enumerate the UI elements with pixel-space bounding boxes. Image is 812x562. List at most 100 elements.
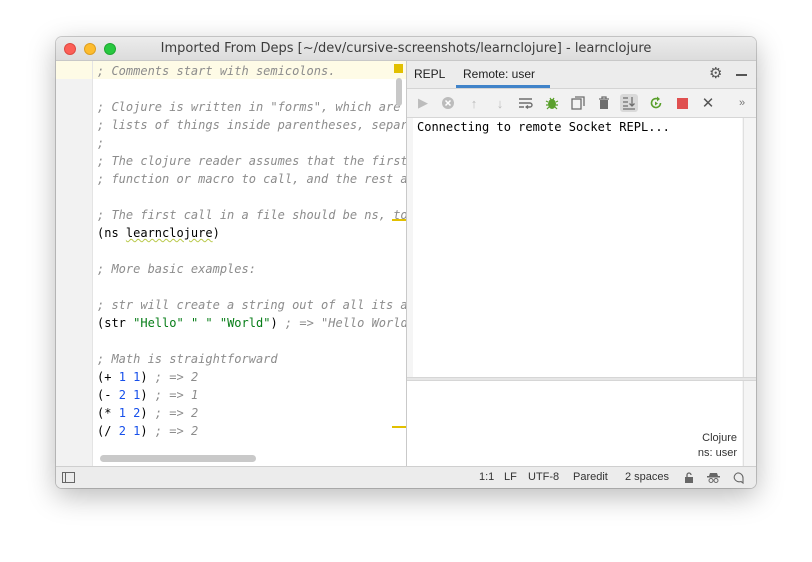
code-line[interactable] <box>97 188 406 206</box>
repl-language: Clojure <box>702 432 737 444</box>
status-bar: 1:1 LF UTF-8 Paredit 2 spaces <box>56 466 756 488</box>
stop-circle-icon[interactable] <box>439 94 457 112</box>
up-arrow-icon[interactable]: ↑ <box>465 94 483 112</box>
code-token: "World" <box>219 316 271 330</box>
code-line[interactable]: ; function or macro to call, and the res… <box>97 170 406 188</box>
repl-output[interactable]: Connecting to remote Socket REPL... <box>413 118 742 377</box>
down-arrow-icon[interactable]: ↓ <box>491 94 509 112</box>
tool-windows-icon[interactable] <box>62 472 75 483</box>
code-content[interactable]: ; Comments start with semicolons. ; Cloj… <box>97 62 406 440</box>
code-token: "Hello" <box>133 316 184 330</box>
error-stripe[interactable] <box>390 61 406 466</box>
code-line[interactable] <box>97 332 406 350</box>
window-title: Imported From Deps [~/dev/cursive-screen… <box>160 41 652 56</box>
code-token: ; => 2 <box>154 424 199 438</box>
code-token: (+ <box>97 370 119 384</box>
code-token: ; => 1 <box>154 388 199 402</box>
code-token: ; Math is straightforward <box>97 352 278 366</box>
tab-remote-user[interactable]: Remote: user <box>463 67 535 81</box>
code-token: ; The clojure reader assumes that the fi… <box>97 154 406 168</box>
code-line[interactable]: (* 1 2) ; => 2 <box>97 404 406 422</box>
repl-output-text: Connecting to remote Socket REPL... <box>417 120 670 134</box>
code-token: ; The first call in a file should be ns,… <box>97 208 406 222</box>
code-line[interactable]: ; Clojure is written in "forms", which a… <box>97 98 406 116</box>
more-icon[interactable]: » <box>733 94 751 112</box>
code-line[interactable]: ; str will create a string out of all it… <box>97 296 406 314</box>
code-token: ; Clojure is written in "forms", which a… <box>97 100 406 114</box>
copy-icon[interactable] <box>569 94 587 112</box>
code-token: ) <box>140 424 155 438</box>
code-token: (ns <box>97 226 126 240</box>
code-line[interactable]: ; Comments start with semicolons. <box>97 62 406 80</box>
code-token: ; Comments start with semicolons. <box>97 64 336 78</box>
code-token: ; <box>97 136 105 150</box>
code-token: ) <box>140 370 155 384</box>
lock-icon[interactable] <box>683 472 696 483</box>
code-token: ) <box>270 316 285 330</box>
gear-icon[interactable]: ⚙ <box>709 66 722 82</box>
warning-marker[interactable] <box>392 426 406 428</box>
active-tab-indicator <box>456 85 550 88</box>
structural-mode[interactable]: Paredit <box>573 471 608 483</box>
code-line[interactable]: (str "Hello" " " "World") ; => "Hello Wo… <box>97 314 406 332</box>
code-token: ; => 2 <box>154 370 199 384</box>
code-token: " " <box>190 316 213 330</box>
code-line[interactable] <box>97 80 406 98</box>
code-line[interactable]: ; More basic examples: <box>97 260 406 278</box>
code-line[interactable] <box>97 278 406 296</box>
stop-icon[interactable] <box>673 94 691 112</box>
code-line[interactable] <box>97 242 406 260</box>
editor-gutter[interactable] <box>56 61 93 466</box>
close-icon[interactable]: ✕ <box>699 94 717 112</box>
indent-setting[interactable]: 2 spaces <box>625 471 669 483</box>
output-scroll-track <box>743 118 744 466</box>
code-line[interactable]: ; The first call in a file should be ns,… <box>97 206 406 224</box>
repl-input-editor[interactable] <box>407 381 742 466</box>
rerun-icon[interactable] <box>647 94 665 112</box>
code-token: ; => 2 <box>154 406 199 420</box>
gutter-current-line <box>56 61 92 79</box>
warning-marker[interactable] <box>392 219 406 221</box>
notifications-icon[interactable] <box>731 472 744 485</box>
code-token: ) <box>212 226 220 240</box>
code-line[interactable]: (+ 1 1) ; => 2 <box>97 368 406 386</box>
warning-indicator-icon[interactable] <box>394 64 403 73</box>
code-token: ; str will create a string out of all it… <box>97 298 406 312</box>
trash-icon[interactable] <box>595 94 613 112</box>
code-editor[interactable]: ; Comments start with semicolons. ; Cloj… <box>93 61 406 466</box>
code-token: 2 <box>118 424 126 438</box>
scroll-to-end-icon[interactable] <box>620 94 638 112</box>
ide-window: Imported From Deps [~/dev/cursive-screen… <box>56 37 756 488</box>
code-token: (- <box>97 388 119 402</box>
code-line[interactable]: (/ 2 1) ; => 2 <box>97 422 406 440</box>
code-line[interactable]: ; Math is straightforward <box>97 350 406 368</box>
tab-repl[interactable]: REPL <box>414 67 445 81</box>
code-token: ; function or macro to call, and the res… <box>97 172 406 186</box>
code-line[interactable]: ; <box>97 134 406 152</box>
repl-namespace: ns: user <box>697 447 737 459</box>
code-token: ) <box>140 406 155 420</box>
minimize-panel-icon[interactable] <box>736 74 747 76</box>
code-line[interactable]: (ns learnclojure) <box>97 224 406 242</box>
inspector-icon[interactable] <box>707 472 720 483</box>
line-separator[interactable]: LF <box>504 471 517 483</box>
code-token: (* <box>97 406 119 420</box>
code-token: learnclojure <box>125 226 213 240</box>
code-token: ; More basic examples: <box>97 262 256 276</box>
debug-icon[interactable] <box>543 94 561 112</box>
code-line[interactable]: ; The clojure reader assumes that the fi… <box>97 152 406 170</box>
code-token: (/ <box>97 424 119 438</box>
run-icon[interactable]: ▶ <box>414 94 432 112</box>
horizontal-scrollbar[interactable] <box>100 455 256 462</box>
code-token: 1 <box>118 370 126 384</box>
code-line[interactable]: ; lists of things inside parentheses, se… <box>97 116 406 134</box>
repl-toolbar: ▶ ↑ ↓ ✕ » <box>407 89 756 118</box>
code-line[interactable]: (- 2 1) ; => 1 <box>97 386 406 404</box>
caret-position[interactable]: 1:1 <box>479 471 494 483</box>
vertical-scrollbar[interactable] <box>396 78 402 106</box>
soft-wrap-icon[interactable] <box>517 94 535 112</box>
file-encoding[interactable]: UTF-8 <box>528 471 559 483</box>
repl-context: Clojure ns: user <box>698 431 737 461</box>
